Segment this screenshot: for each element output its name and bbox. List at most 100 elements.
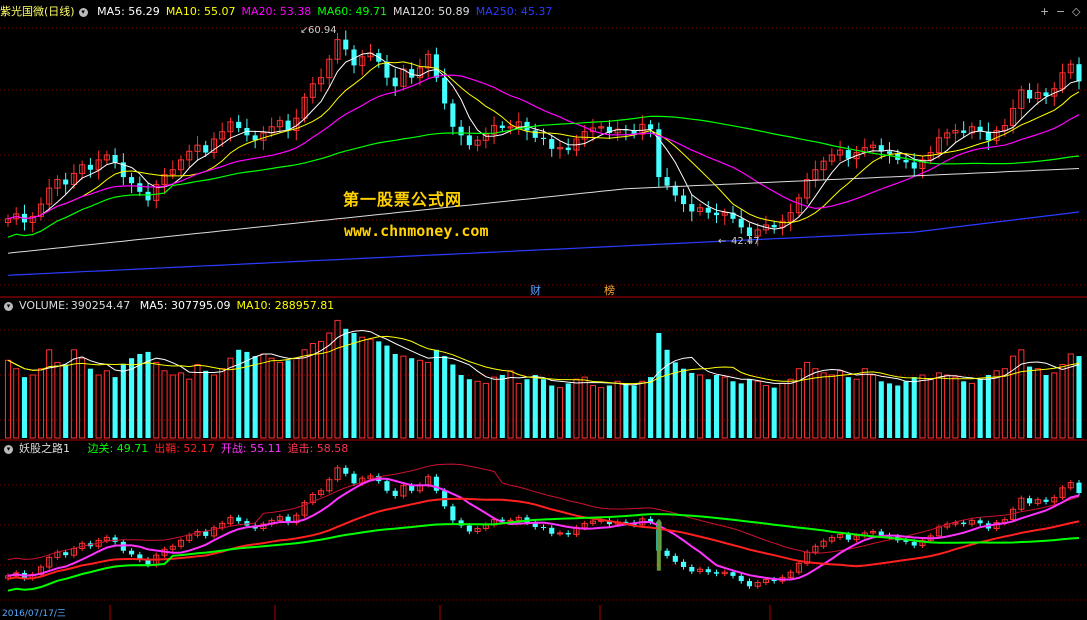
candle-down bbox=[203, 145, 209, 153]
zoom-out-button[interactable]: − bbox=[1056, 5, 1065, 18]
volume-bar bbox=[359, 336, 366, 439]
candle-down bbox=[466, 135, 472, 146]
volume-bar bbox=[442, 356, 448, 438]
volume-bar bbox=[672, 362, 678, 438]
volume-bar bbox=[409, 358, 415, 438]
indicator-candle bbox=[1076, 482, 1082, 493]
volume-bar bbox=[730, 381, 736, 438]
candle-down bbox=[648, 124, 654, 130]
dropdown-circle-icon[interactable]: ▾ bbox=[78, 7, 88, 17]
volume-bar bbox=[961, 381, 967, 438]
volume-bar bbox=[895, 385, 901, 438]
volume-bar bbox=[738, 383, 744, 438]
volume-bar bbox=[351, 333, 357, 438]
volume-bar bbox=[63, 364, 69, 438]
high-price-label: 60.94 bbox=[308, 25, 337, 36]
chart-window: 紫光国微(日线) ▾ MA5: 56.29 MA10: 55.07 MA20: 53.… bbox=[0, 0, 1087, 620]
pin-icon[interactable]: ◇ bbox=[1072, 5, 1080, 18]
candle-down bbox=[137, 183, 143, 192]
volume-bar bbox=[1001, 368, 1008, 439]
volume-bar bbox=[795, 368, 802, 439]
indicator-candle bbox=[672, 555, 678, 562]
volume-bar bbox=[120, 364, 126, 438]
indicator-candle bbox=[664, 550, 670, 556]
volume-bar bbox=[993, 370, 1000, 439]
volume-bar bbox=[787, 378, 794, 439]
volume-bar bbox=[210, 374, 218, 439]
candle-down bbox=[985, 131, 991, 141]
watermark-title: 第一股票公式网 bbox=[343, 190, 463, 209]
candle-down bbox=[1027, 89, 1033, 99]
indicator-value: MA20: 53.38 bbox=[241, 5, 312, 18]
volume-bar bbox=[606, 385, 612, 438]
volume-bar bbox=[631, 385, 637, 438]
volume-bar bbox=[696, 374, 704, 439]
volume-bar bbox=[87, 368, 93, 438]
candle-down bbox=[911, 162, 917, 169]
indicator-value: 边关: 49.71 bbox=[87, 442, 149, 455]
indicator-candle bbox=[409, 485, 415, 491]
volume-bar bbox=[260, 353, 267, 439]
indicator-candle bbox=[466, 525, 472, 532]
volume-bar bbox=[79, 357, 86, 439]
volume-bar bbox=[252, 356, 258, 438]
indicator-title: 妖股之路1 bbox=[19, 442, 70, 455]
volume-bar bbox=[1018, 349, 1025, 439]
volume-bar bbox=[376, 341, 382, 438]
volume-bar bbox=[705, 379, 711, 438]
volume-bar bbox=[828, 374, 835, 439]
volume-bar bbox=[458, 375, 464, 438]
volume-bar bbox=[112, 377, 118, 438]
indicator-value: MA5: 56.29 bbox=[97, 5, 160, 18]
dropdown-circle-icon[interactable]: ▾ bbox=[4, 301, 13, 311]
candle-down bbox=[713, 212, 720, 216]
indicator-candle bbox=[738, 575, 744, 582]
indicator-value: MA60: 49.71 bbox=[317, 5, 387, 18]
volume-bar bbox=[309, 343, 316, 439]
volume-bar bbox=[556, 387, 564, 439]
volume-bar bbox=[589, 385, 596, 439]
volume-bar bbox=[1076, 356, 1082, 438]
ranking-badge[interactable]: 榜 bbox=[604, 282, 615, 298]
volume-bar bbox=[911, 377, 917, 438]
indicator-candle bbox=[129, 550, 135, 555]
zoom-in-button[interactable]: + bbox=[1040, 5, 1049, 18]
volume-bar bbox=[968, 382, 975, 439]
candle-down bbox=[532, 130, 538, 138]
volume-bar bbox=[664, 349, 670, 438]
indicator-value: MA250: 45.37 bbox=[475, 5, 553, 18]
candle-down bbox=[129, 177, 135, 184]
volume-bar bbox=[680, 368, 687, 438]
finance-badge[interactable]: 财 bbox=[530, 282, 541, 298]
volume-bar bbox=[648, 377, 654, 438]
volume-bar bbox=[161, 370, 168, 439]
indicator-candle bbox=[1043, 499, 1049, 502]
indicator-candle bbox=[680, 561, 687, 567]
arrow-icon: ↙ bbox=[300, 25, 309, 36]
volume-bar bbox=[762, 385, 769, 439]
candle-down bbox=[499, 125, 505, 128]
volume-bar bbox=[326, 332, 333, 439]
volume-bar bbox=[276, 361, 283, 439]
volume-bar bbox=[54, 361, 61, 439]
candle-down bbox=[565, 147, 571, 151]
volume-bar bbox=[614, 380, 621, 439]
indicator-candle bbox=[507, 519, 514, 522]
candle-down bbox=[746, 227, 753, 236]
volume-bar bbox=[746, 379, 753, 438]
watermark-url: www.chnmoney.com bbox=[344, 222, 489, 240]
candle-down bbox=[1076, 64, 1082, 82]
dropdown-circle-icon[interactable]: ▾ bbox=[4, 444, 13, 454]
volume-bar bbox=[169, 374, 176, 439]
volume-bar bbox=[878, 381, 884, 438]
indicator-candle bbox=[384, 481, 390, 491]
volume-bar bbox=[565, 383, 571, 438]
volume-bar bbox=[598, 387, 605, 439]
volume-bar bbox=[713, 375, 720, 438]
candle-down bbox=[433, 54, 439, 78]
candle-down bbox=[672, 185, 678, 196]
volume-bar bbox=[721, 376, 728, 439]
indicator-candle bbox=[343, 467, 349, 474]
volume-bar bbox=[268, 357, 275, 439]
volume-bar bbox=[1034, 368, 1041, 439]
